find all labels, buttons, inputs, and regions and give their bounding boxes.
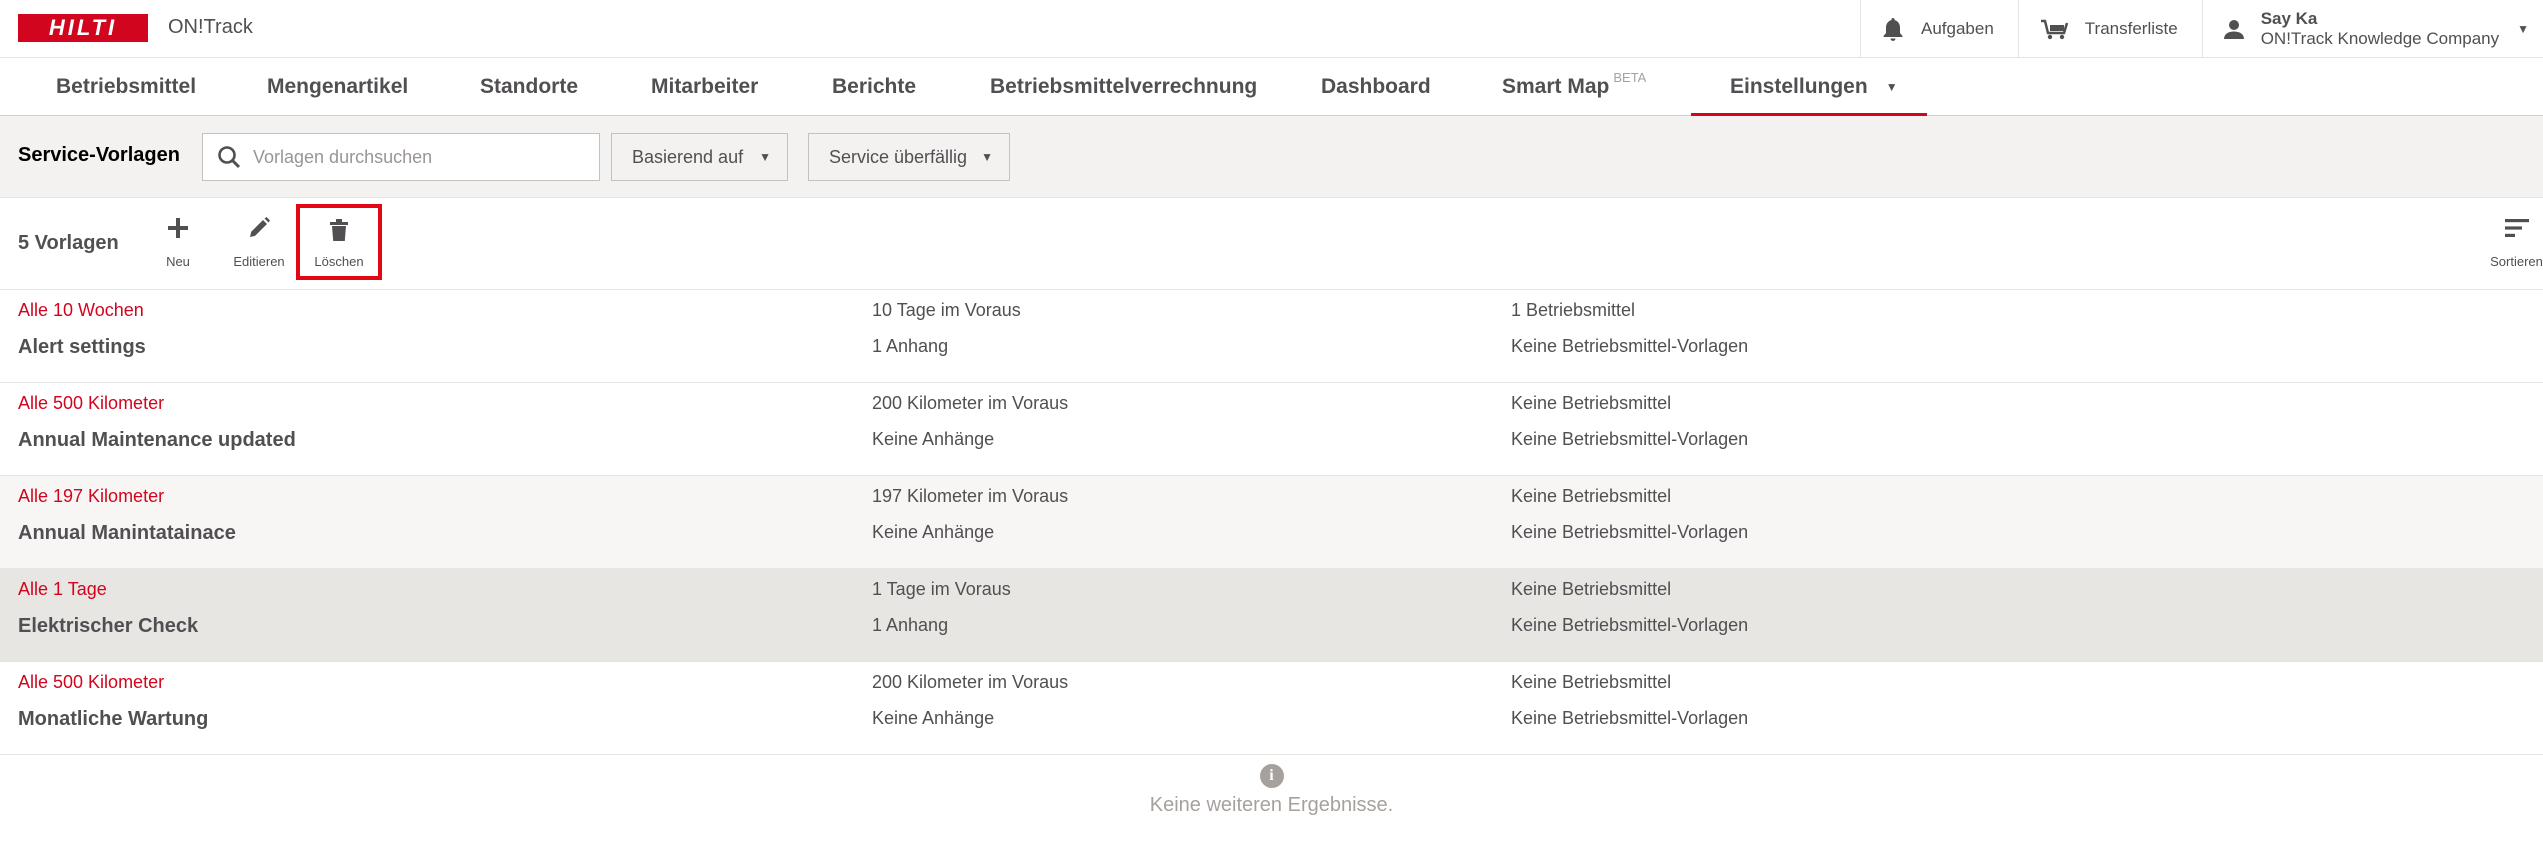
delete-button[interactable]: Löschen [296, 204, 382, 280]
based-on-label: Basierend auf [632, 147, 744, 167]
service-interval: Alle 197 Kilometer [18, 486, 165, 506]
tasks-label: Aufgaben [1920, 19, 1994, 38]
nav-item-berichte[interactable]: Berichte [832, 58, 916, 116]
user-icon [2223, 20, 2244, 39]
chevron-down-icon: ▼ [759, 150, 771, 164]
template-name: Annual Manintatainace [18, 522, 236, 544]
attachments: Keine Anhänge [872, 429, 995, 449]
based-on-dropdown[interactable]: Basierend auf ▼ [611, 133, 788, 181]
attachments: Keine Anhänge [872, 708, 995, 728]
nav-item-standorte[interactable]: Standorte [480, 58, 578, 116]
assigned-assets: Keine Betriebsmittel [1511, 579, 1672, 599]
asset-templates: Keine Betriebsmittel-Vorlagen [1511, 522, 1749, 542]
new-label: Neu [166, 254, 190, 269]
template-name: Alert settings [18, 336, 146, 358]
service-template-list: Alle 10 Wochen Alert settings 10 Tage im… [0, 290, 2543, 755]
nav-item-einstellungen[interactable]: Einstellungen ▼ [1691, 58, 1927, 116]
asset-templates: Keine Betriebsmittel-Vorlagen [1511, 708, 1749, 728]
nav-item-betriebsmittelverrechnung[interactable]: Betriebsmittelverrechnung [990, 58, 1257, 116]
nav-item-einstellungen-label: Einstellungen [1730, 75, 1868, 98]
table-row[interactable]: Alle 500 Kilometer Monatliche Wartung 20… [0, 662, 2543, 755]
new-button[interactable]: Neu [160, 208, 196, 278]
nav-item-smart-map[interactable]: Smart Map BETA [1502, 58, 1646, 116]
sort-icon [2504, 219, 2529, 237]
transfer-list-label: Transferliste [2084, 19, 2178, 38]
service-overdue-dropdown[interactable]: Service überfällig ▼ [808, 133, 1010, 181]
user-info: Say Ka ON!Track Knowledge Company [2261, 9, 2499, 49]
template-name: Elektrischer Check [18, 615, 199, 637]
service-interval: Alle 1 Tage [18, 579, 107, 599]
nav-item-betriebsmittel[interactable]: Betriebsmittel [56, 58, 196, 116]
chevron-down-icon: ▼ [1885, 80, 1898, 95]
attachments: Keine Anhänge [872, 522, 995, 542]
bell-icon [1883, 18, 1903, 41]
filter-bar: Service-Vorlagen Basierend auf ▼ Service… [0, 116, 2543, 198]
nav-item-dashboard[interactable]: Dashboard [1321, 58, 1431, 116]
beta-badge: BETA [1613, 70, 1647, 85]
sort-button[interactable]: Sortieren [2490, 208, 2543, 278]
search-box [202, 133, 600, 181]
service-interval: Alle 500 Kilometer [18, 393, 165, 413]
delete-label: Löschen [314, 254, 364, 269]
assigned-assets: Keine Betriebsmittel [1511, 672, 1672, 692]
header-actions: Aufgaben Transferliste Say Ka ON!Track K… [1859, 0, 2543, 58]
no-more-results: i Keine weiteren Ergebnisse. [0, 764, 2543, 817]
asset-templates: Keine Betriebsmittel-Vorlagen [1511, 615, 1749, 635]
hilti-logo[interactable]: HILTI [18, 14, 148, 42]
sort-label: Sortieren [2490, 254, 2543, 269]
template-name: Monatliche Wartung [18, 708, 209, 730]
page-title: Service-Vorlagen [18, 144, 180, 166]
advance-notice: 1 Tage im Voraus [872, 579, 1011, 599]
no-more-results-text: Keine weiteren Ergebnisse. [1149, 794, 1394, 816]
action-toolbar: 5 Vorlagen Neu Editieren Löschen Sortier… [0, 198, 2543, 290]
transfer-list-button[interactable]: Transferliste [2017, 0, 2202, 58]
assigned-assets: Keine Betriebsmittel [1511, 393, 1672, 413]
table-row[interactable]: Alle 10 Wochen Alert settings 10 Tage im… [0, 290, 2543, 383]
attachments: 1 Anhang [872, 615, 949, 635]
nav-item-mengenartikel[interactable]: Mengenartikel [267, 58, 408, 116]
edit-label: Editieren [233, 254, 285, 269]
attachments: 1 Anhang [872, 336, 949, 356]
user-company: ON!Track Knowledge Company [2260, 29, 2500, 48]
service-interval: Alle 500 Kilometer [18, 672, 165, 692]
table-row[interactable]: Alle 1 Tage Elektrischer Check 1 Tage im… [0, 569, 2543, 662]
table-row[interactable]: Alle 500 Kilometer Annual Maintenance up… [0, 383, 2543, 476]
service-interval: Alle 10 Wochen [18, 300, 144, 320]
service-overdue-label: Service überfällig [829, 147, 968, 167]
asset-templates: Keine Betriebsmittel-Vorlagen [1511, 336, 1749, 356]
plus-icon [168, 218, 188, 238]
cart-icon [2040, 19, 2068, 40]
asset-templates: Keine Betriebsmittel-Vorlagen [1511, 429, 1749, 449]
chevron-down-icon: ▼ [2517, 22, 2529, 36]
advance-notice: 200 Kilometer im Voraus [872, 393, 1069, 413]
advance-notice: 200 Kilometer im Voraus [872, 672, 1069, 692]
user-menu[interactable]: Say Ka ON!Track Knowledge Company ▼ [2201, 0, 2543, 58]
nav-item-mitarbeiter[interactable]: Mitarbeiter [651, 58, 758, 116]
assigned-assets: 1 Betriebsmittel [1511, 300, 1636, 320]
nav-item-smart-map-label: Smart Map [1502, 75, 1610, 98]
table-row[interactable]: Alle 197 Kilometer Annual Manintatainace… [0, 476, 2543, 569]
search-icon [218, 146, 241, 169]
results-count: 5 Vorlagen [18, 232, 119, 254]
search-input[interactable] [251, 142, 581, 172]
info-icon: i [1259, 764, 1284, 788]
user-name: Say Ka [2260, 9, 2318, 28]
main-navigation: Betriebsmittel Mengenartikel Standorte M… [0, 58, 2543, 116]
app-name: ON!Track [168, 16, 253, 38]
template-name: Annual Maintenance updated [18, 429, 296, 451]
chevron-down-icon: ▼ [981, 150, 993, 164]
top-header: HILTI ON!Track Aufgaben Transferliste Sa… [0, 0, 2543, 58]
pencil-icon [250, 217, 270, 237]
assigned-assets: Keine Betriebsmittel [1511, 486, 1672, 506]
advance-notice: 197 Kilometer im Voraus [872, 486, 1069, 506]
advance-notice: 10 Tage im Voraus [872, 300, 1021, 320]
edit-button[interactable]: Editieren [228, 208, 290, 278]
tasks-button[interactable]: Aufgaben [1859, 0, 2018, 58]
trash-icon [330, 219, 348, 241]
